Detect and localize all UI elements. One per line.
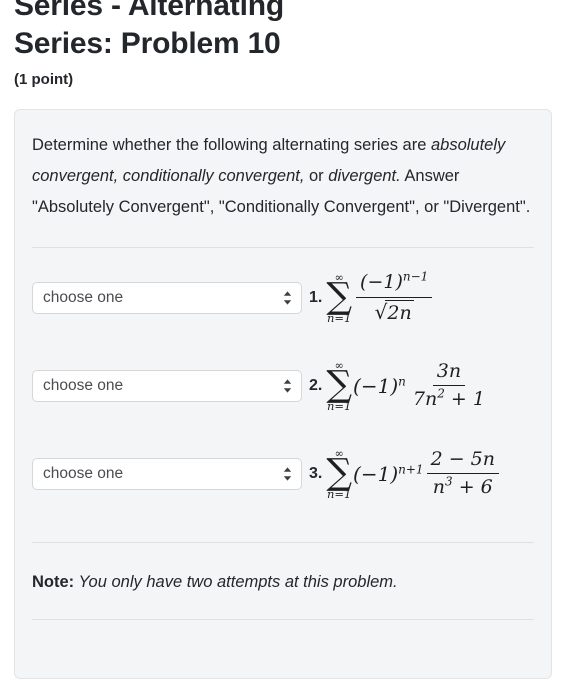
fraction-denominator-3: n3 + 6 xyxy=(429,474,497,499)
denominator-tail-3: + 6 xyxy=(452,476,493,499)
note-label: Note: xyxy=(32,573,75,591)
page-title: Series - Alternating Series: Problem 10 xyxy=(14,0,552,63)
answer-select-1[interactable]: choose one xyxy=(32,282,302,314)
note-line: Note: You only have two attempts at this… xyxy=(32,569,534,595)
fraction-numerator-2: 3n xyxy=(432,360,466,387)
numerator-exponent-1: n−1 xyxy=(402,270,429,284)
answer-row: choose one 3. ∞ ∑ n=1 (−1)n+1 2 − 5n n3 … xyxy=(32,430,534,518)
summation-symbol-1: ∞ ∑ n=1 xyxy=(326,272,352,324)
note-text: You only have two attempts at this probl… xyxy=(74,573,398,591)
answer-select-wrapper-1: choose one xyxy=(32,282,302,314)
denominator-coefficient-2: 7n xyxy=(412,388,438,411)
summation-symbol-2: ∞ ∑ n=1 xyxy=(326,360,352,412)
factor-base-3: (−1) xyxy=(353,461,399,486)
divider-bottom xyxy=(32,619,534,620)
answer-list: choose one 1. ∞ ∑ n=1 (−1)n−1 √ 2n choos… xyxy=(32,254,534,518)
formula-number-1: 1. xyxy=(309,289,323,306)
fraction-numerator-1: (−1)n−1 xyxy=(356,270,433,298)
divider-top xyxy=(32,247,534,248)
factor-base-2: (−1) xyxy=(353,373,399,398)
answer-select-wrapper-3: choose one xyxy=(32,458,302,490)
answer-select-2[interactable]: choose one xyxy=(32,370,302,402)
problem-prompt: Determine whether the following alternat… xyxy=(32,130,532,223)
sigma-icon: ∑ xyxy=(326,451,353,493)
formula-3: 3. ∞ ∑ n=1 (−1)n+1 2 − 5n n3 + 6 xyxy=(309,448,499,500)
radicand-1: 2n xyxy=(385,299,414,324)
fraction-3: 2 − 5n n3 + 6 xyxy=(426,448,499,499)
prompt-emphasis-2: divergent. xyxy=(328,167,401,185)
prompt-part-1: Determine whether the following alternat… xyxy=(32,136,431,154)
numerator-base-1: (−1) xyxy=(360,271,403,294)
formula-number-2: 2. xyxy=(309,376,323,394)
points-label: (1 point) xyxy=(14,71,74,88)
alternating-factor-2: (−1)n xyxy=(353,374,406,398)
square-root-1: √ 2n xyxy=(375,299,414,325)
fraction-denominator-2: 7n2 + 1 xyxy=(409,386,489,411)
denominator-tail-2: + 1 xyxy=(444,388,485,411)
fraction-denominator-1: √ 2n xyxy=(371,298,418,325)
alternating-factor-3: (−1)n+1 xyxy=(353,462,424,486)
summation-symbol-3: ∞ ∑ n=1 xyxy=(326,448,352,500)
prompt-part-2: or xyxy=(304,167,329,185)
answer-row: choose one 1. ∞ ∑ n=1 (−1)n−1 √ 2n xyxy=(32,254,534,342)
formula-number-3: 3. xyxy=(309,464,323,482)
factor-exponent-2: n xyxy=(398,374,406,389)
sum-lower-limit-1: n=1 xyxy=(327,310,352,325)
page-title-line-2: Series: Problem 10 xyxy=(14,27,281,60)
answer-select-3[interactable]: choose one xyxy=(32,458,302,490)
formula-1: 1. ∞ ∑ n=1 (−1)n−1 √ 2n xyxy=(309,270,433,325)
fraction-2: 3n 7n2 + 1 xyxy=(409,360,489,411)
fraction-numerator-3: 2 − 5n xyxy=(426,448,499,475)
answer-row: choose one 2. ∞ ∑ n=1 (−1)n 3n 7n2 + 1 xyxy=(32,342,534,430)
sigma-icon: ∑ xyxy=(326,275,353,317)
answer-select-wrapper-2: choose one xyxy=(32,370,302,402)
page-header: Series - Alternating Series: Problem 10 … xyxy=(0,0,566,88)
sum-lower-limit-2: n=1 xyxy=(327,398,352,413)
sum-lower-limit-3: n=1 xyxy=(327,486,352,501)
sigma-icon: ∑ xyxy=(326,363,353,405)
problem-card: Determine whether the following alternat… xyxy=(14,109,552,679)
denominator-exponent-2: 2 xyxy=(437,387,445,402)
formula-2: 2. ∞ ∑ n=1 (−1)n 3n 7n2 + 1 xyxy=(309,360,489,412)
factor-exponent-3: n+1 xyxy=(398,462,424,477)
fraction-1: (−1)n−1 √ 2n xyxy=(356,270,433,325)
denominator-exponent-3: 3 xyxy=(445,475,453,490)
divider-middle xyxy=(32,542,534,543)
denominator-coefficient-3: n xyxy=(432,476,446,499)
page-title-line-1: Series - Alternating xyxy=(14,0,284,22)
